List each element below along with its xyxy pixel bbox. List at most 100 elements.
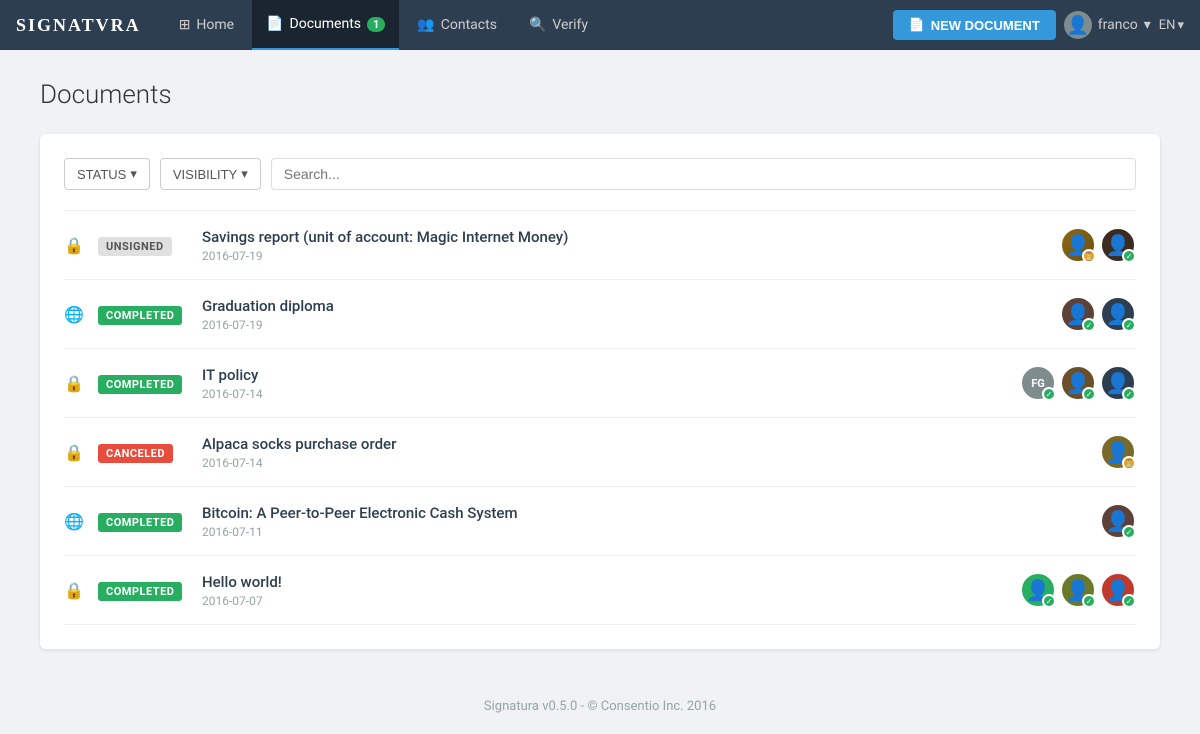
visibility-filter-label: VISIBILITY [173, 167, 237, 182]
avatar-wrap: 👤 ⏳ [1100, 434, 1136, 470]
avatar-status-pending: ⏳ [1122, 456, 1136, 470]
doc-status: COMPLETED [98, 580, 188, 601]
user-menu[interactable]: 👤 franco ▾ [1064, 11, 1151, 39]
doc-title: Bitcoin: A Peer-to-Peer Electronic Cash … [202, 504, 1086, 522]
doc-avatars: 👤 ⏳ [1100, 434, 1136, 470]
doc-avatars: 👤 ✓ [1100, 503, 1136, 539]
doc-avatars: FG ✓ 👤 ✓ 👤 ✓ [1020, 365, 1136, 401]
status-badge: COMPLETED [98, 582, 182, 601]
avatar-wrap: 👤 ✓ [1060, 365, 1096, 401]
globe-icon: 🌐 [64, 305, 84, 324]
nav-home[interactable]: ⊞ Home [165, 0, 248, 50]
doc-status: COMPLETED [98, 373, 188, 394]
avatar-wrap: 👤 ⏳ [1060, 227, 1096, 263]
status-badge: UNSIGNED [98, 237, 172, 256]
new-doc-label: NEW DOCUMENT [931, 18, 1040, 33]
doc-title: Graduation diploma [202, 297, 1046, 315]
lock-icon: 🔒 [64, 443, 84, 462]
doc-date: 2016-07-14 [202, 456, 1086, 470]
avatar-status-check: ✓ [1042, 387, 1056, 401]
brand-logo: SIGNATVRA [16, 15, 141, 36]
footer: Signatura v0.5.0 - © Consentio Inc. 2016 [0, 679, 1200, 734]
avatar-wrap: 👤 ✓ [1060, 296, 1096, 332]
doc-avatars: 👤 ✓ 👤 ✓ 👤 ✓ [1020, 572, 1136, 608]
status-caret-icon: ▾ [130, 166, 137, 182]
avatar-status-check: ✓ [1042, 594, 1056, 608]
avatar-wrap: FG ✓ [1020, 365, 1056, 401]
nav-contacts[interactable]: 👥 Contacts [403, 0, 511, 50]
doc-title: IT policy [202, 366, 1006, 384]
doc-info: Hello world! 2016-07-07 [202, 573, 1006, 608]
doc-date: 2016-07-11 [202, 525, 1086, 539]
main-content: Documents STATUS ▾ VISIBILITY ▾ 🔒 UNSIGN… [0, 50, 1200, 679]
doc-info: Alpaca socks purchase order 2016-07-14 [202, 435, 1086, 470]
avatar-wrap: 👤 ✓ [1100, 365, 1136, 401]
table-row[interactable]: 🌐 COMPLETED Bitcoin: A Peer-to-Peer Elec… [64, 487, 1136, 556]
table-row[interactable]: 🔒 COMPLETED Hello world! 2016-07-07 👤 ✓ [64, 556, 1136, 625]
page-title: Documents [40, 80, 1160, 110]
doc-title: Alpaca socks purchase order [202, 435, 1086, 453]
nav-contacts-label: Contacts [441, 17, 497, 33]
navbar-right: 📄 NEW DOCUMENT 👤 franco ▾ EN ▾ [893, 10, 1184, 40]
status-badge: COMPLETED [98, 306, 182, 325]
user-avatar: 👤 [1064, 11, 1092, 39]
status-badge: CANCELED [98, 444, 173, 463]
doc-title: Savings report (unit of account: Magic I… [202, 228, 1046, 246]
nav-verify[interactable]: 🔍 Verify [515, 0, 602, 50]
doc-status: UNSIGNED [98, 235, 188, 256]
user-caret-icon: ▾ [1144, 17, 1151, 33]
nav-documents-label: Documents [290, 16, 361, 32]
avatar-wrap: 👤 ✓ [1020, 572, 1056, 608]
status-badge: COMPLETED [98, 375, 182, 394]
lang-caret-icon: ▾ [1177, 18, 1184, 33]
nav-documents[interactable]: 📄 Documents 1 [252, 0, 399, 50]
status-filter-button[interactable]: STATUS ▾ [64, 158, 150, 190]
doc-info: IT policy 2016-07-14 [202, 366, 1006, 401]
lock-icon: 🔒 [64, 581, 84, 600]
avatar-status-check: ✓ [1122, 318, 1136, 332]
lock-icon: 🔒 [64, 374, 84, 393]
new-document-button[interactable]: 📄 NEW DOCUMENT [893, 10, 1056, 40]
doc-date: 2016-07-07 [202, 594, 1006, 608]
language-selector[interactable]: EN ▾ [1159, 18, 1184, 33]
table-row[interactable]: 🌐 COMPLETED Graduation diploma 2016-07-1… [64, 280, 1136, 349]
avatar-wrap: 👤 ✓ [1100, 296, 1136, 332]
avatar-status-check: ✓ [1122, 594, 1136, 608]
navbar-left: SIGNATVRA ⊞ Home 📄 Documents 1 👥 Contact… [16, 0, 602, 50]
table-row[interactable]: 🔒 CANCELED Alpaca socks purchase order 2… [64, 418, 1136, 487]
doc-info: Savings report (unit of account: Magic I… [202, 228, 1046, 263]
avatar-status-check: ✓ [1082, 318, 1096, 332]
doc-info: Bitcoin: A Peer-to-Peer Electronic Cash … [202, 504, 1086, 539]
status-filter-label: STATUS [77, 167, 126, 182]
table-row[interactable]: 🔒 COMPLETED IT policy 2016-07-14 FG ✓ [64, 349, 1136, 418]
nav-verify-label: Verify [552, 17, 588, 33]
lang-label: EN [1159, 18, 1176, 33]
doc-date: 2016-07-19 [202, 318, 1046, 332]
contacts-icon: 👥 [417, 17, 434, 33]
username-label: franco [1098, 17, 1138, 33]
doc-avatars: 👤 ⏳ 👤 ✓ [1060, 227, 1136, 263]
documents-badge: 1 [367, 17, 385, 32]
avatar-status-check: ✓ [1082, 387, 1096, 401]
documents-card: STATUS ▾ VISIBILITY ▾ 🔒 UNSIGNED Savings… [40, 134, 1160, 649]
search-input[interactable] [271, 158, 1136, 190]
avatar-status-check: ✓ [1082, 594, 1096, 608]
doc-date: 2016-07-14 [202, 387, 1006, 401]
navbar: SIGNATVRA ⊞ Home 📄 Documents 1 👥 Contact… [0, 0, 1200, 50]
status-badge: COMPLETED [98, 513, 182, 532]
nav-home-label: Home [196, 17, 234, 33]
visibility-filter-button[interactable]: VISIBILITY ▾ [160, 158, 261, 190]
document-list: 🔒 UNSIGNED Savings report (unit of accou… [64, 210, 1136, 625]
doc-info: Graduation diploma 2016-07-19 [202, 297, 1046, 332]
avatar-status-check: ✓ [1122, 249, 1136, 263]
new-doc-icon: 📄 [909, 17, 925, 33]
doc-status: COMPLETED [98, 304, 188, 325]
avatar-status-check: ✓ [1122, 525, 1136, 539]
table-row[interactable]: 🔒 UNSIGNED Savings report (unit of accou… [64, 211, 1136, 280]
visibility-caret-icon: ▾ [241, 166, 248, 182]
doc-title: Hello world! [202, 573, 1006, 591]
avatar-wrap: 👤 ✓ [1100, 572, 1136, 608]
doc-status: COMPLETED [98, 511, 188, 532]
doc-icon: 📄 [266, 16, 283, 32]
avatar-wrap: 👤 ✓ [1060, 572, 1096, 608]
